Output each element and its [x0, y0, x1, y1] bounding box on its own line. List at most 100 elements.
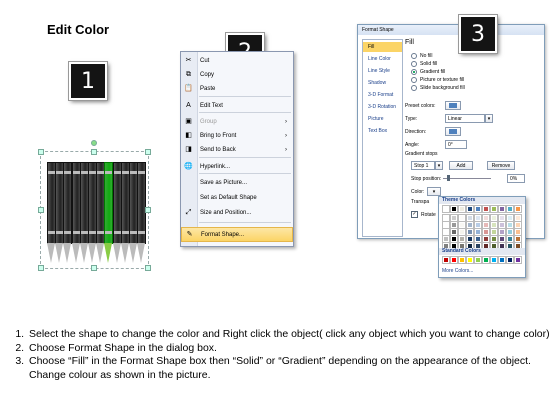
standard-color-swatch[interactable] [466, 256, 474, 264]
category-picture[interactable]: Picture [363, 114, 402, 124]
theme-color-swatch[interactable] [458, 228, 466, 236]
fill-option-slide-background-fill[interactable]: Slide background fill [411, 85, 465, 91]
theme-color-swatch[interactable] [450, 214, 458, 222]
standard-color-swatch[interactable] [506, 256, 514, 264]
remove-stop-button[interactable]: Remove [487, 161, 515, 170]
theme-color-swatch[interactable] [506, 235, 514, 243]
fill-option-no-fill[interactable]: No fill [411, 53, 433, 59]
theme-color-swatch[interactable] [466, 205, 474, 213]
theme-color-swatch[interactable] [514, 214, 522, 222]
theme-color-swatch[interactable] [514, 221, 522, 229]
standard-color-swatch[interactable] [498, 256, 506, 264]
theme-color-swatch[interactable] [490, 221, 498, 229]
menu-item-hyperlink[interactable]: 🌐 Hyperlink... [181, 160, 293, 173]
paint-bucket-icon[interactable]: ▾ [427, 187, 441, 196]
radio-button[interactable] [411, 69, 417, 75]
theme-color-swatch[interactable] [482, 214, 490, 222]
theme-color-swatch[interactable] [450, 221, 458, 229]
theme-color-swatch[interactable] [466, 214, 474, 222]
menu-item-bring-to-front[interactable]: ◧ Bring to Front › [181, 129, 293, 142]
theme-color-swatch[interactable] [466, 235, 474, 243]
fill-option-picture-or-texture-fill[interactable]: Picture or texture fill [411, 77, 464, 83]
theme-color-swatch[interactable] [514, 235, 522, 243]
fill-option-gradient-fill[interactable]: Gradient fill [411, 69, 445, 75]
theme-color-swatch[interactable] [482, 221, 490, 229]
theme-color-swatch[interactable] [498, 205, 506, 213]
standard-color-swatch[interactable] [450, 256, 458, 264]
selected-crayon-shape[interactable] [40, 151, 149, 269]
rotate-handle[interactable] [91, 140, 97, 146]
category-3-d-format[interactable]: 3-D Format [363, 90, 402, 100]
dialog-titlebar[interactable]: Format Shape [358, 25, 544, 35]
theme-color-swatch[interactable] [474, 235, 482, 243]
theme-color-swatch[interactable] [442, 228, 450, 236]
theme-color-swatch[interactable] [442, 235, 450, 243]
menu-item-set-as-default-shape[interactable]: Set as Default Shape [181, 191, 293, 204]
theme-color-swatch[interactable] [466, 228, 474, 236]
theme-color-swatch[interactable] [506, 221, 514, 229]
menu-item-save-as-picture[interactable]: Save as Picture... [181, 176, 293, 189]
theme-color-swatch[interactable] [506, 228, 514, 236]
rotate-checkbox[interactable]: ✓ [411, 211, 418, 218]
theme-color-swatch[interactable] [498, 228, 506, 236]
standard-color-swatch[interactable] [442, 256, 450, 264]
category-fill[interactable]: Fill [363, 42, 402, 52]
standard-color-swatch[interactable] [490, 256, 498, 264]
theme-color-swatch[interactable] [490, 228, 498, 236]
theme-color-swatch[interactable] [506, 214, 514, 222]
resize-handle-r[interactable] [145, 207, 151, 213]
resize-handle-b[interactable] [91, 265, 97, 271]
theme-color-swatch[interactable] [458, 221, 466, 229]
theme-color-swatch[interactable] [482, 228, 490, 236]
theme-color-swatch[interactable] [482, 235, 490, 243]
chevron-down-icon[interactable]: ▾ [435, 161, 443, 170]
fill-option-solid-fill[interactable]: Solid fill [411, 61, 437, 67]
menu-item-copy[interactable]: ⧉ Copy [181, 68, 293, 81]
theme-color-swatch[interactable] [458, 214, 466, 222]
resize-handle-tl[interactable] [38, 149, 44, 155]
theme-color-swatch[interactable] [442, 205, 450, 213]
category-text-box[interactable]: Text Box [363, 126, 402, 136]
theme-color-swatch[interactable] [498, 221, 506, 229]
radio-button[interactable] [411, 61, 417, 67]
category-shadow[interactable]: Shadow [363, 78, 402, 88]
radio-button[interactable] [411, 85, 417, 91]
more-colors-link[interactable]: More Colors... [442, 268, 473, 274]
menu-item-format-shape[interactable]: ✎ Format Shape... [181, 227, 293, 242]
standard-color-swatch[interactable] [482, 256, 490, 264]
theme-color-swatch[interactable] [474, 205, 482, 213]
theme-color-swatch[interactable] [466, 221, 474, 229]
theme-color-swatch[interactable] [514, 205, 522, 213]
theme-color-swatch[interactable] [450, 228, 458, 236]
direction-dropdown[interactable] [445, 127, 461, 136]
standard-color-swatch[interactable] [514, 256, 522, 264]
theme-color-swatch[interactable] [498, 235, 506, 243]
preset-colors-dropdown[interactable] [445, 101, 461, 110]
radio-button[interactable] [411, 77, 417, 83]
standard-color-swatch[interactable] [458, 256, 466, 264]
theme-color-swatch[interactable] [490, 205, 498, 213]
theme-color-swatch[interactable] [506, 205, 514, 213]
resize-handle-br[interactable] [145, 265, 151, 271]
standard-color-swatch[interactable] [474, 256, 482, 264]
theme-color-swatch[interactable] [450, 235, 458, 243]
category-line-style[interactable]: Line Style [363, 66, 402, 76]
theme-color-swatch[interactable] [482, 205, 490, 213]
theme-color-swatch[interactable] [458, 205, 466, 213]
type-select[interactable]: Linear [445, 114, 485, 123]
stop-select[interactable]: Stop 1 [411, 161, 435, 170]
add-stop-button[interactable]: Add [449, 161, 473, 170]
theme-color-swatch[interactable] [474, 214, 482, 222]
category-line-color[interactable]: Line Color [363, 54, 402, 64]
angle-input[interactable]: 0° [445, 140, 467, 149]
menu-item-paste[interactable]: 📋 Paste [181, 82, 293, 95]
menu-item-send-to-back[interactable]: ◨ Send to Back › [181, 143, 293, 156]
radio-button[interactable] [411, 53, 417, 59]
theme-color-swatch[interactable] [450, 205, 458, 213]
stop-position-slider[interactable] [443, 175, 491, 181]
theme-color-swatch[interactable] [474, 221, 482, 229]
theme-color-swatch[interactable] [490, 235, 498, 243]
resize-handle-tr[interactable] [145, 149, 151, 155]
menu-item-size-and-position[interactable]: ⤢ Size and Position... [181, 206, 293, 219]
menu-item-edit-text[interactable]: A Edit Text [181, 99, 293, 112]
